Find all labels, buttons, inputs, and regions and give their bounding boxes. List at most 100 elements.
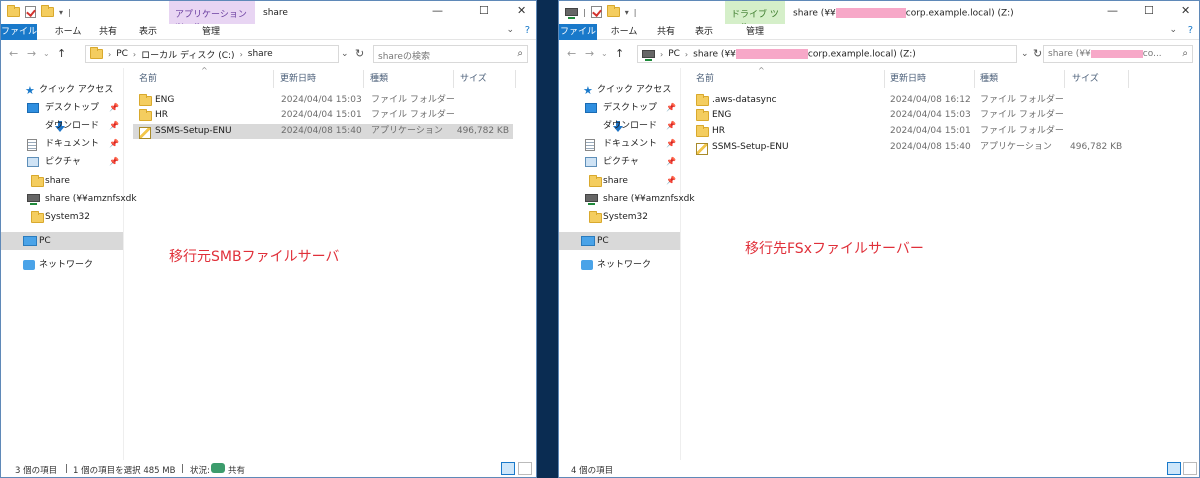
back-icon[interactable]: ← <box>9 47 18 60</box>
recent-dropdown-icon[interactable]: ⌄ <box>601 49 608 58</box>
breadcrumb-share-drive[interactable]: share (¥¥ corp.example.local) (Z:) <box>693 48 916 59</box>
nav-share[interactable]: share 📌 <box>559 172 680 190</box>
tab-home[interactable]: ホーム <box>51 24 85 40</box>
address-dropdown-icon[interactable]: ⌄ <box>1021 49 1029 59</box>
nav-network[interactable]: ネットワーク <box>1 256 123 274</box>
nav-downloads[interactable]: ダウンロード 📌 <box>1 117 123 135</box>
customize-toolbar-icon[interactable]: ▾ <box>625 8 629 17</box>
close-icon[interactable]: ✕ <box>1181 4 1190 17</box>
refresh-icon[interactable]: ↻ <box>355 47 364 60</box>
nav-desktop[interactable]: デスクトップ 📌 <box>1 99 123 117</box>
maximize-icon[interactable]: ☐ <box>1144 4 1154 17</box>
tab-view[interactable]: 表示 <box>133 24 163 40</box>
refresh-icon[interactable]: ↻ <box>1033 47 1042 60</box>
tab-share[interactable]: 共有 <box>651 24 681 40</box>
breadcrumb-pc[interactable]: PC <box>668 49 680 59</box>
nav-documents[interactable]: ドキュメント 📌 <box>559 135 680 153</box>
large-icons-view-icon[interactable] <box>518 462 532 475</box>
column-header-size[interactable]: サイズ <box>1072 71 1099 85</box>
column-header-size[interactable]: サイズ <box>460 71 487 85</box>
nav-network[interactable]: ネットワーク <box>559 256 680 274</box>
column-divider[interactable] <box>453 70 454 88</box>
picture-icon <box>585 157 597 167</box>
file-row-aws-datasync[interactable]: .aws-datasync 2024/04/08 16:12 ファイル フォルダ… <box>690 93 1130 108</box>
tab-view[interactable]: 表示 <box>689 24 719 40</box>
nav-downloads[interactable]: ダウンロード 📌 <box>559 117 680 135</box>
tab-share[interactable]: 共有 <box>93 24 123 40</box>
details-view-icon[interactable] <box>501 462 515 475</box>
new-folder-icon[interactable] <box>606 5 620 17</box>
column-header-date[interactable]: 更新日時 <box>890 71 926 85</box>
nav-system32[interactable]: System32 <box>559 208 680 226</box>
column-header-name[interactable]: 名前 <box>696 71 714 85</box>
address-dropdown-icon[interactable]: ⌄ <box>341 49 349 59</box>
large-icons-view-icon[interactable] <box>1183 462 1197 475</box>
tab-manage[interactable]: 管理 <box>191 24 231 40</box>
properties-icon[interactable] <box>25 6 36 18</box>
tab-file[interactable]: ファイル <box>559 24 597 40</box>
back-icon[interactable]: ← <box>567 47 576 60</box>
tab-home[interactable]: ホーム <box>607 24 641 40</box>
tab-file[interactable]: ファイル <box>1 24 37 40</box>
expand-ribbon-icon[interactable]: ⌄ <box>1169 25 1177 35</box>
nav-share[interactable]: share <box>1 172 123 190</box>
breadcrumb-pc[interactable]: PC <box>116 49 128 59</box>
column-header-type[interactable]: 種類 <box>980 71 998 85</box>
nav-network-share[interactable]: share (¥¥amznfsxdk <box>559 190 695 208</box>
help-icon[interactable]: ? <box>525 25 530 36</box>
column-divider[interactable] <box>1064 70 1065 88</box>
file-row-eng[interactable]: ENG 2024/04/04 15:03 ファイル フォルダー <box>133 93 513 108</box>
details-view-icon[interactable] <box>1167 462 1181 475</box>
nav-pictures[interactable]: ピクチャ 📌 <box>559 153 680 171</box>
nav-system32[interactable]: System32 <box>1 208 123 226</box>
nav-quick-access[interactable]: ★ クイック アクセス <box>559 81 680 99</box>
folder-icon <box>696 109 709 121</box>
up-icon[interactable]: ↑ <box>615 47 624 60</box>
close-icon[interactable]: ✕ <box>517 4 526 17</box>
column-divider[interactable] <box>884 70 885 88</box>
new-folder-icon[interactable] <box>41 5 54 17</box>
column-divider[interactable] <box>273 70 274 88</box>
recent-dropdown-icon[interactable]: ⌄ <box>43 49 50 58</box>
file-row-hr[interactable]: HR 2024/04/04 15:01 ファイル フォルダー <box>133 108 513 123</box>
breadcrumb-share[interactable]: share <box>248 49 273 59</box>
forward-icon[interactable]: → <box>27 47 36 60</box>
nav-quick-access[interactable]: ★ クイック アクセス <box>1 81 123 99</box>
column-divider[interactable] <box>1128 70 1129 88</box>
tab-manage[interactable]: 管理 <box>735 24 775 40</box>
column-divider[interactable] <box>363 70 364 88</box>
context-tab-application-tools: アプリケーション ツール <box>169 1 255 33</box>
column-divider[interactable] <box>515 70 516 88</box>
maximize-icon[interactable]: ☐ <box>479 4 489 17</box>
address-bar[interactable]: › PC › share (¥¥ corp.example.local) (Z:) <box>637 45 1017 63</box>
forward-icon[interactable]: → <box>585 47 594 60</box>
expand-ribbon-icon[interactable]: ⌄ <box>506 25 514 35</box>
file-row-hr[interactable]: HR 2024/04/04 15:01 ファイル フォルダー <box>690 124 1130 139</box>
file-row-ssms-setup[interactable]: SSMS-Setup-ENU 2024/04/08 15:40 アプリケーション… <box>133 124 513 139</box>
file-row-ssms-setup[interactable]: SSMS-Setup-ENU 2024/04/08 15:40 アプリケーション… <box>690 140 1130 155</box>
nav-desktop[interactable]: デスクトップ 📌 <box>559 99 680 117</box>
customize-toolbar-icon[interactable]: ▾ <box>59 8 63 17</box>
nav-pc[interactable]: PC <box>1 232 123 250</box>
file-row-eng[interactable]: ENG 2024/04/04 15:03 ファイル フォルダー <box>690 108 1130 123</box>
address-bar[interactable]: › PC › ローカル ディスク (C:) › share <box>85 45 339 63</box>
column-divider[interactable] <box>974 70 975 88</box>
document-icon <box>585 139 595 151</box>
search-input[interactable]: shareの検索 ⌕ <box>373 45 528 63</box>
search-input[interactable]: share (¥¥ co... ⌕ <box>1043 45 1193 63</box>
column-header-date[interactable]: 更新日時 <box>280 71 316 85</box>
search-prefix: share (¥¥ <box>1048 49 1091 59</box>
column-header-type[interactable]: 種類 <box>370 71 388 85</box>
column-header-name[interactable]: 名前 <box>139 71 157 85</box>
breadcrumb-local-disk[interactable]: ローカル ディスク (C:) <box>141 48 234 61</box>
nav-pictures[interactable]: ピクチャ 📌 <box>1 153 123 171</box>
help-icon[interactable]: ? <box>1188 25 1193 36</box>
properties-icon[interactable] <box>590 6 602 18</box>
minimize-icon[interactable]: — <box>432 4 443 17</box>
up-icon[interactable]: ↑ <box>57 47 66 60</box>
application-icon <box>139 127 151 139</box>
nav-network-share[interactable]: share (¥¥amznfsxdk <box>1 190 137 208</box>
nav-documents[interactable]: ドキュメント 📌 <box>1 135 123 153</box>
nav-pc[interactable]: PC <box>559 232 680 250</box>
minimize-icon[interactable]: — <box>1107 4 1118 17</box>
